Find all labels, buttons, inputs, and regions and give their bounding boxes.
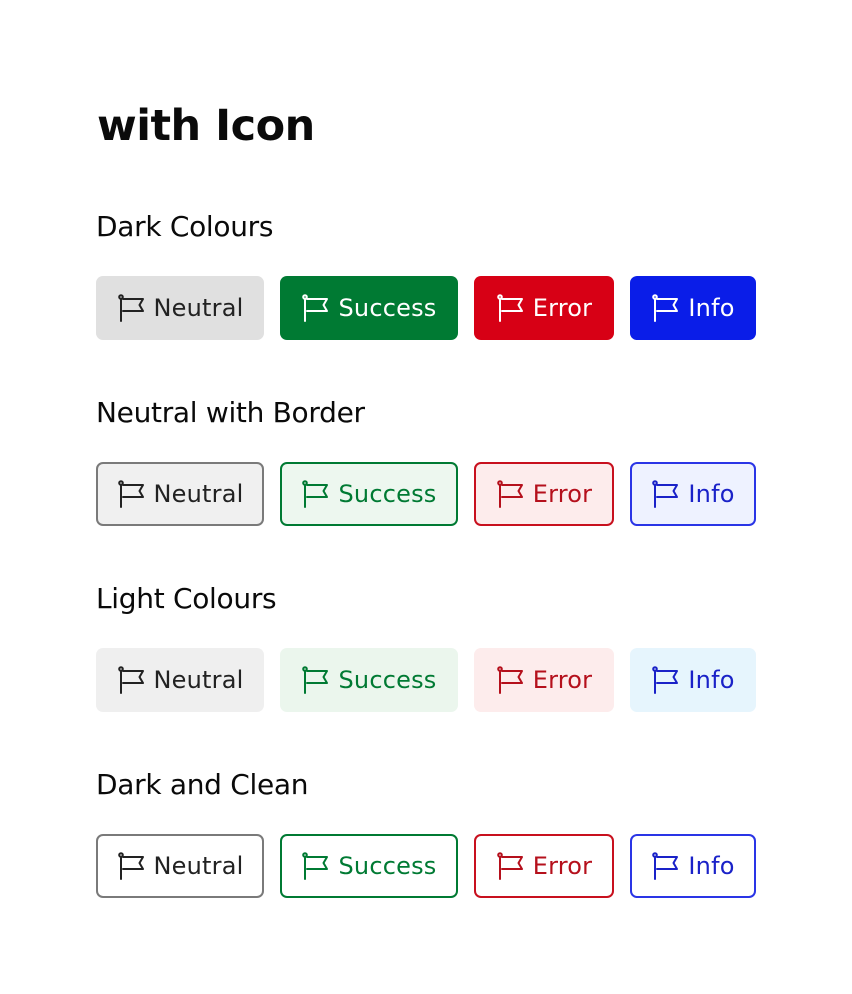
tag-label: Error xyxy=(532,666,593,694)
flag-icon xyxy=(651,293,681,323)
neutral-tag: Neutral xyxy=(96,648,264,712)
tag-label: Info xyxy=(688,480,735,508)
flag-icon xyxy=(117,293,147,323)
page-title: with Icon xyxy=(97,101,315,151)
section-title-dark-colours: Dark Colours xyxy=(96,210,274,243)
flag-icon xyxy=(301,293,331,323)
info-tag: Info xyxy=(630,462,756,526)
tag-label: Success xyxy=(338,480,437,508)
section-title-neutral-with-border: Neutral with Border xyxy=(96,396,365,429)
flag-icon xyxy=(301,479,331,509)
tag-label: Error xyxy=(532,852,593,880)
section-title-dark-and-clean: Dark and Clean xyxy=(96,768,309,801)
error-tag: Error xyxy=(474,648,614,712)
tag-label: Neutral xyxy=(153,852,244,880)
section-title-light-colours: Light Colours xyxy=(96,582,277,615)
flag-icon xyxy=(496,293,526,323)
flag-icon xyxy=(117,479,147,509)
flag-icon xyxy=(651,665,681,695)
tag-label: Neutral xyxy=(153,666,244,694)
tag-label: Neutral xyxy=(153,294,244,322)
flag-icon xyxy=(651,479,681,509)
error-tag: Error xyxy=(474,462,614,526)
error-tag: Error xyxy=(474,834,614,898)
flag-icon xyxy=(496,479,526,509)
success-tag: Success xyxy=(280,276,458,340)
flag-icon xyxy=(301,851,331,881)
tag-label: Success xyxy=(338,666,437,694)
tag-label: Success xyxy=(338,294,437,322)
neutral-tag: Neutral xyxy=(96,462,264,526)
tag-label: Info xyxy=(688,294,735,322)
neutral-tag: Neutral xyxy=(96,834,264,898)
flag-icon xyxy=(496,665,526,695)
flag-icon xyxy=(651,851,681,881)
error-tag: Error xyxy=(474,276,614,340)
success-tag: Success xyxy=(280,462,458,526)
success-tag: Success xyxy=(280,648,458,712)
flag-icon xyxy=(301,665,331,695)
info-tag: Info xyxy=(630,648,756,712)
tag-label: Neutral xyxy=(153,480,244,508)
info-tag: Info xyxy=(630,834,756,898)
flag-icon xyxy=(496,851,526,881)
info-tag: Info xyxy=(630,276,756,340)
tag-label: Success xyxy=(338,852,437,880)
neutral-tag: Neutral xyxy=(96,276,264,340)
tag-label: Error xyxy=(532,294,593,322)
tag-label: Info xyxy=(688,666,735,694)
tag-label: Info xyxy=(688,852,735,880)
tag-label: Error xyxy=(532,480,593,508)
success-tag: Success xyxy=(280,834,458,898)
flag-icon xyxy=(117,851,147,881)
flag-icon xyxy=(117,665,147,695)
